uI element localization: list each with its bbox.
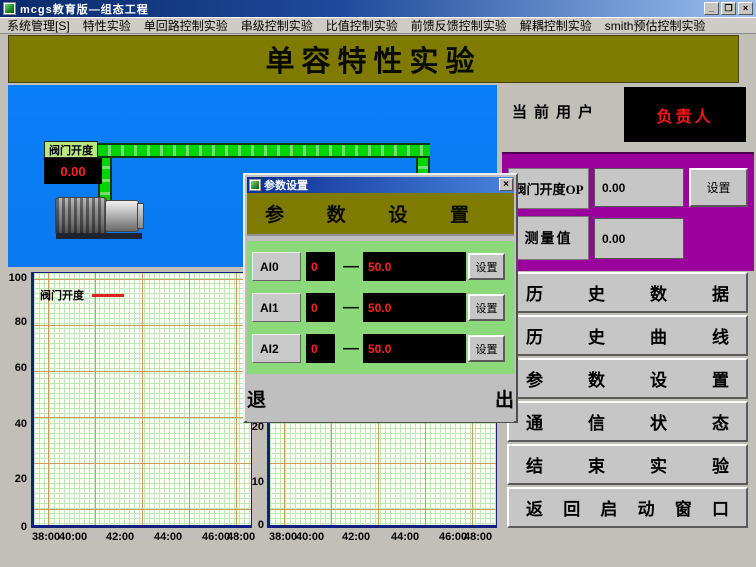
measured-value-label: 测量值	[508, 216, 589, 260]
x-tick: 40:00	[59, 531, 87, 543]
menu-item-decoupling[interactable]: 解耦控制实验	[520, 17, 592, 34]
x-tick: 46:00	[202, 531, 230, 543]
x-tick: 48:00	[227, 531, 255, 543]
current-user-box: 负责人	[624, 87, 746, 142]
x-tick: 38:00	[32, 531, 60, 543]
window-titlebar[interactable]: mcgs教育版—组态工程 _ ❐ ×	[0, 0, 756, 17]
valve-op-set-button[interactable]: 设置	[689, 168, 748, 207]
menu-item-characteristic[interactable]: 特性实验	[83, 17, 131, 34]
ai2-set-button[interactable]: 设置	[468, 335, 505, 362]
y-tick: 100	[1, 272, 27, 284]
y-tick: 0	[1, 521, 27, 533]
valve-op-input[interactable]: 0.00	[594, 168, 684, 207]
legend-label: 阀门开度	[40, 287, 84, 303]
dialog-icon	[249, 179, 261, 191]
y-tick: 40	[1, 418, 27, 430]
minimize-button[interactable]: _	[704, 2, 719, 15]
pump-motor-icon	[55, 197, 107, 235]
y-tick: 10	[238, 476, 264, 488]
measured-value-field: 0.00	[594, 218, 684, 259]
x-tick: 44:00	[391, 531, 419, 543]
ai2-low-field[interactable]: 0	[306, 334, 335, 363]
menu-item-smith[interactable]: smith预估控制实验	[605, 17, 706, 34]
menu-item-system[interactable]: 系统管理[S]	[7, 17, 70, 34]
exit-button[interactable]: 退出	[247, 385, 514, 412]
ai1-high-field[interactable]: 50.0	[363, 293, 466, 322]
valve-opening-label: 阀门开度	[44, 141, 98, 158]
channel-label-ai0: AI0	[252, 252, 301, 281]
ai0-set-button[interactable]: 设置	[468, 253, 505, 280]
x-tick: 38:00	[269, 531, 297, 543]
menu-item-ratio[interactable]: 比值控制实验	[326, 17, 398, 34]
legend-line-icon	[92, 294, 124, 297]
x-tick: 42:00	[342, 531, 370, 543]
op-panel: 阀门开度OP 0.00 设置 测量值 0.00	[502, 152, 754, 271]
trend-chart-left	[31, 272, 252, 528]
nav-button-end-experiment[interactable]: 结束实验	[507, 444, 748, 485]
ai2-high-field[interactable]: 50.0	[363, 334, 466, 363]
y-tick: 20	[1, 473, 27, 485]
restore-button[interactable]: ❐	[721, 2, 736, 15]
experiment-banner: 单容特性实验	[8, 35, 739, 83]
ai1-low-field[interactable]: 0	[306, 293, 335, 322]
dialog-body: AI0 0 — 50.0 设置 AI1 0 — 50.0 设置 AI2 0 — …	[247, 241, 514, 374]
dialog-header-text: 参数设置	[265, 200, 469, 227]
dialog-header: 参数设置	[247, 193, 514, 236]
nav-button-return-start-window[interactable]: 返回启动窗口	[507, 487, 748, 528]
range-dash: —	[339, 293, 363, 322]
y-tick: 60	[1, 362, 27, 374]
current-user-value: 负责人	[656, 103, 713, 127]
dialog-footer: 退出	[247, 374, 514, 422]
pump-body-icon	[105, 200, 139, 232]
x-tick: 42:00	[106, 531, 134, 543]
ai1-set-button[interactable]: 设置	[468, 294, 505, 321]
x-tick: 46:00	[439, 531, 467, 543]
range-dash: —	[339, 334, 363, 363]
channel-label-ai2: AI2	[252, 334, 301, 363]
ai0-low-field[interactable]: 0	[306, 252, 335, 281]
pump-base-icon	[56, 233, 142, 239]
window-title: mcgs教育版—组态工程	[20, 1, 149, 17]
dialog-titlebar[interactable]: 参数设置 ×	[247, 177, 514, 193]
close-button[interactable]: ×	[738, 2, 753, 15]
pump-flange-icon	[137, 203, 144, 229]
channel-label-ai1: AI1	[252, 293, 301, 322]
nav-button-history-data[interactable]: 历史数据	[507, 272, 748, 313]
range-dash: —	[339, 252, 363, 281]
ai0-high-field[interactable]: 50.0	[363, 252, 466, 281]
dialog-close-button[interactable]: ×	[499, 178, 513, 191]
x-tick: 48:00	[464, 531, 492, 543]
application-window: mcgs教育版—组态工程 _ ❐ × 系统管理[S] 特性实验 单回路控制实验 …	[0, 0, 756, 567]
valve-opening-display: 0.00	[44, 158, 102, 184]
nav-button-parameter-settings[interactable]: 参数设置	[507, 358, 748, 399]
chart-legend: 阀门开度	[40, 287, 124, 303]
dialog-title: 参数设置	[264, 177, 308, 193]
nav-button-history-curve[interactable]: 历史曲线	[507, 315, 748, 356]
current-user-label: 当前用户	[512, 101, 600, 122]
valve-op-label: 阀门开度OP	[508, 168, 589, 209]
app-icon	[3, 2, 16, 15]
menu-item-single-loop[interactable]: 单回路控制实验	[144, 17, 228, 34]
nav-button-comm-status[interactable]: 通信状态	[507, 401, 748, 442]
pipe-horizontal	[98, 143, 430, 158]
params-dialog: 参数设置 × 参数设置 AI0 0 — 50.0 设置 AI1 0 — 50.0…	[243, 173, 518, 423]
x-tick: 40:00	[296, 531, 324, 543]
experiment-title: 单容特性实验	[265, 38, 481, 80]
menubar: 系统管理[S] 特性实验 单回路控制实验 串级控制实验 比值控制实验 前馈反馈控…	[0, 17, 756, 34]
menu-item-cascade[interactable]: 串级控制实验	[241, 17, 313, 34]
y-tick: 80	[1, 316, 27, 328]
x-tick: 44:00	[154, 531, 182, 543]
y-tick: 0	[238, 519, 264, 531]
menu-item-feedforward[interactable]: 前馈反馈控制实验	[411, 17, 507, 34]
